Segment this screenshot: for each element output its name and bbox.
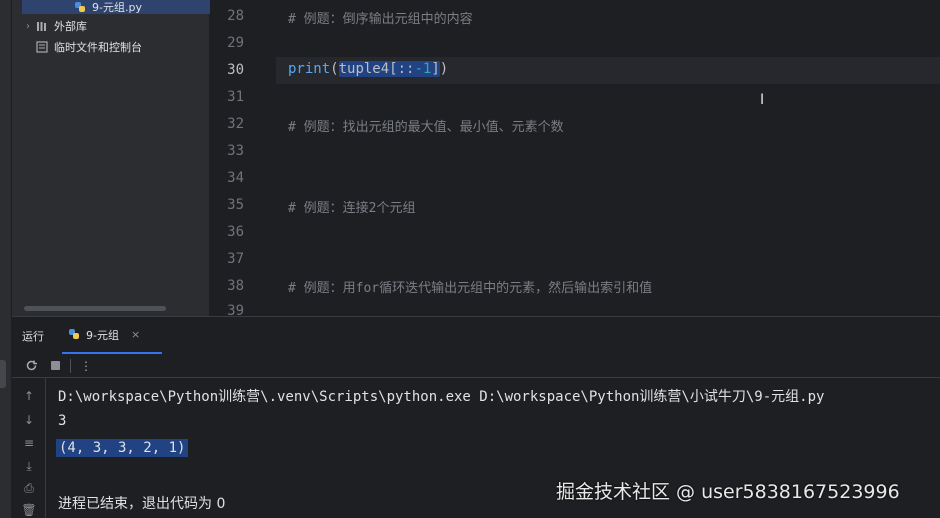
line-number: 33 [227, 143, 244, 159]
line-number-current: 30 [227, 62, 244, 78]
project-tree: 9-元组.py › 外部库 临时文件和控制台 [12, 0, 210, 316]
print-icon[interactable]: ⎙ [21, 480, 37, 496]
horizontal-scrollbar[interactable] [24, 306, 166, 311]
rerun-icon[interactable] [22, 357, 40, 375]
line-number: 32 [227, 116, 244, 132]
comment-keyword: for [355, 281, 380, 296]
scratches-icon [34, 41, 50, 53]
run-toolbar: ⋮ [12, 354, 940, 378]
library-icon [34, 20, 50, 32]
line-number: 35 [227, 197, 244, 213]
paren-close: ) [439, 61, 449, 77]
soft-wrap-icon[interactable]: ≡ [21, 435, 37, 451]
chevron-right-icon[interactable]: › [22, 21, 34, 32]
line-number-gutter: 28 29 30 31 32 33 34 35 36 37 38 39 [210, 0, 303, 319]
run-panel-header: 运行 9-元组 × [12, 316, 940, 354]
run-tab[interactable]: 9-元组 × [62, 317, 162, 354]
code-line-32: # 例题：找出元组的最大值、最小值、元素个数 [288, 120, 564, 135]
code-line-38: # 例题：用for循环迭代输出元组中的元素，然后输出索引和值 [288, 277, 652, 296]
selected-text-part: tuple4[:: [338, 61, 415, 77]
function-name: print [288, 61, 331, 77]
tree-item-external-libraries[interactable]: › 外部库 [22, 18, 87, 34]
arrow-up-icon[interactable]: ↑ [21, 388, 37, 404]
console-output-line: 3 [58, 413, 67, 429]
code-line-35: # 例题：连接2个元组 [288, 201, 416, 216]
comment-part: 循环迭代输出元组中的元素，然后输出索引和值 [379, 281, 653, 296]
python-icon [68, 325, 80, 344]
line-number: 28 [227, 8, 244, 24]
toolbar-separator [70, 358, 71, 373]
tool-window-marker[interactable] [0, 360, 6, 388]
code-line-30: print(tuple4[::-1]) [288, 61, 448, 77]
line-number: 31 [227, 89, 244, 105]
selected-text: tuple4[::-1] [338, 61, 440, 77]
mouse-text-cursor: I [760, 92, 765, 108]
tree-item-label: 临时文件和控制台 [54, 41, 142, 54]
line-number: 37 [227, 251, 244, 267]
tree-item-file[interactable]: 9-元组.py [72, 0, 142, 15]
tree-item-scratches[interactable]: 临时文件和控制台 [34, 39, 142, 55]
tree-item-label: 外部库 [54, 20, 87, 33]
number-literal: -1 [414, 61, 432, 77]
console-output-line-selected: (4, 3, 3, 2, 1) [56, 439, 189, 457]
console-command-line: D:\workspace\Python训练营\.venv\Scripts\pyt… [58, 389, 825, 405]
watermark: 掘金技术社区 @ user5838167523996 [556, 481, 900, 503]
trash-icon[interactable]: 🗑 [21, 502, 37, 518]
more-menu-icon[interactable]: ⋮ [77, 357, 95, 375]
arrow-down-icon[interactable]: ↓ [21, 412, 37, 428]
code-editor[interactable]: # 例题：倒序输出元组中的内容 print(tuple4[::-1]) # 例题… [276, 0, 940, 316]
tree-item-label: 9-元组.py [92, 1, 142, 14]
tool-window-strip [0, 0, 12, 518]
code-line-28: # 例题：倒序输出元组中的内容 [288, 12, 473, 27]
python-icon [72, 1, 88, 13]
close-icon[interactable]: × [131, 328, 140, 341]
line-number: 36 [227, 224, 244, 240]
tree-item-selected[interactable]: 9-元组.py [22, 0, 210, 14]
stop-icon[interactable] [46, 357, 64, 375]
line-number: 34 [227, 170, 244, 186]
run-panel-title: 运行 [22, 330, 44, 343]
run-tab-label: 9-元组 [86, 328, 119, 342]
comment-part: # 例题：用 [288, 281, 356, 296]
line-number: 38 [227, 278, 244, 294]
paren-open: ( [330, 61, 339, 77]
selected-text-part: ] [431, 61, 440, 77]
console-exit-message: 进程已结束，退出代码为 0 [58, 496, 226, 512]
line-number: 29 [227, 35, 244, 51]
run-side-toolbar: ↑ ↓ ≡ ⤓ ⎙ 🗑 [12, 378, 46, 518]
scroll-to-end-icon[interactable]: ⤓ [21, 458, 37, 474]
